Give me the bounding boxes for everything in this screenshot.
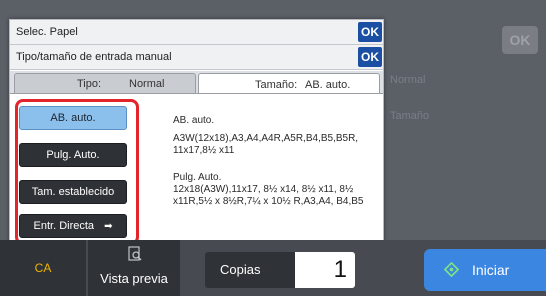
tab-tipo-value: Normal [129,78,165,90]
copies-control[interactable]: Copias 1 [205,252,355,288]
tam-establecido-button[interactable]: Tam. establecido [19,180,127,204]
ab-auto-button[interactable]: AB. auto. [19,106,127,130]
tab-tipo[interactable]: Tipo: Normal [14,73,196,94]
start-icon [444,262,459,277]
background-ghost-text: Normal [390,74,426,86]
background-ok-button: OK [502,26,538,54]
bottom-bar: CA Vista previa Copias 1 Iniciar [0,240,546,296]
preview-button[interactable]: Vista previa [88,240,180,296]
ab-auto-sizes: A3W(12x18),A3,A4,A4R,A5R,B4,B5,B5R, 11x1… [173,133,359,156]
copies-count[interactable]: 1 [295,252,355,288]
entr-directa-button[interactable]: Entr. Directa ➡ [19,214,127,238]
preview-label: Vista previa [100,271,168,286]
paper-select-dialog: Selec. Papel OK Tipo/tamaño de entrada m… [9,19,384,245]
tab-tamano-value: AB. auto. [305,78,351,91]
dialog-title: Selec. Papel [16,26,78,38]
tab-bar: Tipo: Normal Tamaño: AB. auto. [10,71,383,95]
pulg-auto-sizes: 12x18(A3W),11x17, 8½ x14, 8½ x11, 8½ x11… [173,184,364,207]
background-ghost-text: Tamaño [390,110,430,122]
ok-button[interactable]: OK [358,22,382,42]
start-label: Iniciar [472,262,510,278]
ca-button[interactable]: CA [0,240,86,296]
ab-auto-info-title: AB. auto. [173,115,215,126]
arrow-right-icon: ➡ [104,220,113,232]
tab-tamano-label: Tamaño: [255,78,298,91]
start-button[interactable]: Iniciar [424,249,546,291]
tab-tamano[interactable]: Tamaño: AB. auto. [198,73,380,95]
pulg-auto-info-title: Pulg. Auto. [173,172,222,183]
dialog-subtitle: Tipo/tamaño de entrada manual [16,51,172,63]
copies-label: Copias [220,262,261,277]
dialog-subtitle-bar: Tipo/tamaño de entrada manual OK [10,45,383,70]
tab-tipo-label: Tipo: [77,78,102,90]
size-panel: AB. auto. Pulg. Auto. Tam. establecido E… [10,93,383,245]
ok-button-secondary[interactable]: OK [358,47,382,67]
preview-icon [128,246,142,261]
pulg-auto-button[interactable]: Pulg. Auto. [19,143,127,167]
entr-directa-label: Entr. Directa [33,220,95,232]
dialog-title-bar: Selec. Papel OK [10,20,383,45]
